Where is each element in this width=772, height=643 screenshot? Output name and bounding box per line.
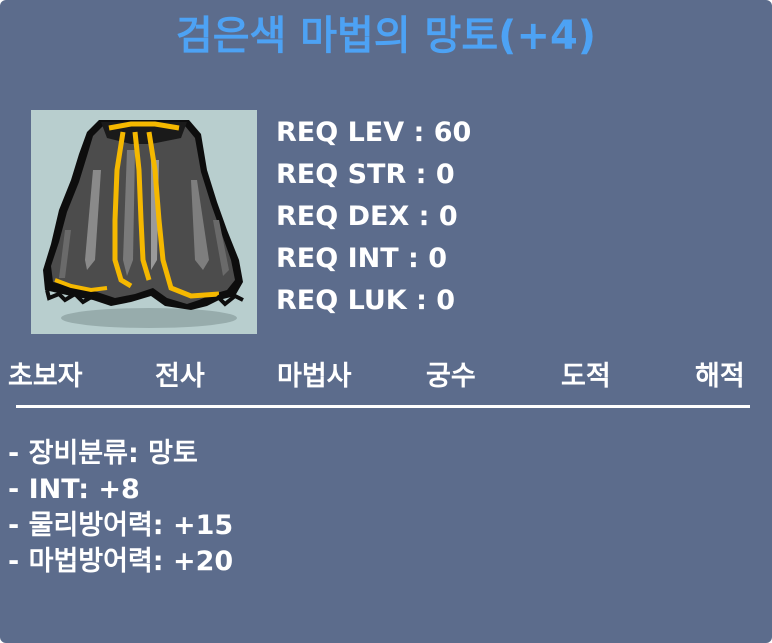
job-beginner: 초보자: [8, 361, 83, 392]
req-int: REQ INT : 0: [276, 243, 448, 274]
job-thief: 도적: [561, 361, 611, 392]
job-warrior: 전사: [155, 361, 205, 392]
req-dex: REQ DEX : 0: [276, 201, 458, 232]
black-cape-icon: [43, 120, 244, 328]
item-name: 검은색 마법의 망토(+4): [175, 13, 597, 59]
requirements-list: REQ LEV : 60 REQ STR : 0 REQ DEX : 0 REQ…: [276, 112, 471, 322]
req-luk: REQ LUK : 0: [276, 285, 456, 316]
req-str: REQ STR : 0: [276, 159, 455, 190]
job-magician: 마법사: [277, 361, 352, 392]
job-bowman: 궁수: [426, 361, 476, 392]
stat-int: - INT: +8: [8, 474, 140, 505]
stat-magic-defense: - 마법방어력: +20: [8, 546, 234, 577]
item-stats: - 장비분류: 망토 - INT: +8 - 물리방어력: +15 - 마법방어…: [8, 436, 233, 580]
job-pirate: 해적: [695, 361, 745, 392]
divider: [16, 405, 750, 408]
stat-physical-defense: - 물리방어력: +15: [8, 510, 234, 541]
job-list: 초보자 전사 마법사 궁수 도적 해적: [0, 355, 772, 399]
stat-category: - 장비분류: 망토: [8, 438, 198, 469]
item-icon-frame: [31, 110, 257, 334]
item-tooltip: 검은색 마법의 망토(+4) REQ LEV: 60 REQ STR: 0 …: [0, 0, 772, 643]
req-level: REQ LEV : 60: [276, 117, 472, 148]
